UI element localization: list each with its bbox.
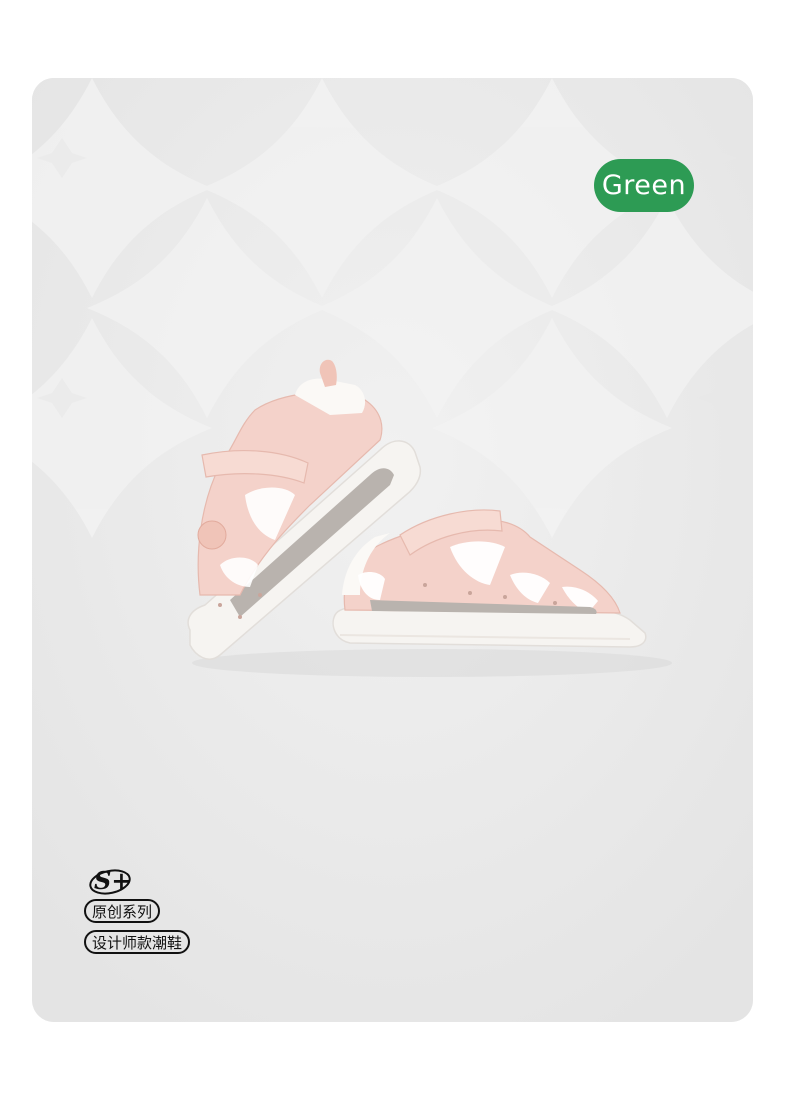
series-tag-label: 原创系列 xyxy=(92,902,153,921)
designer-tag: 设计师款潮鞋 xyxy=(84,930,191,954)
designer-tag-label: 设计师款潮鞋 xyxy=(92,933,183,952)
brand-tag-block: S+ 原创系列 设计师款潮鞋 xyxy=(84,866,244,958)
series-tag: 原创系列 xyxy=(84,899,161,923)
brand-logo-text: S+ xyxy=(94,866,132,895)
baby-sandals-pair-image xyxy=(187,359,647,660)
product-detail-page: Green S+ 原创系列 设计师款潮鞋 xyxy=(0,0,790,1105)
color-variant-badge: Green xyxy=(594,159,694,212)
color-variant-label: Green xyxy=(601,170,687,201)
